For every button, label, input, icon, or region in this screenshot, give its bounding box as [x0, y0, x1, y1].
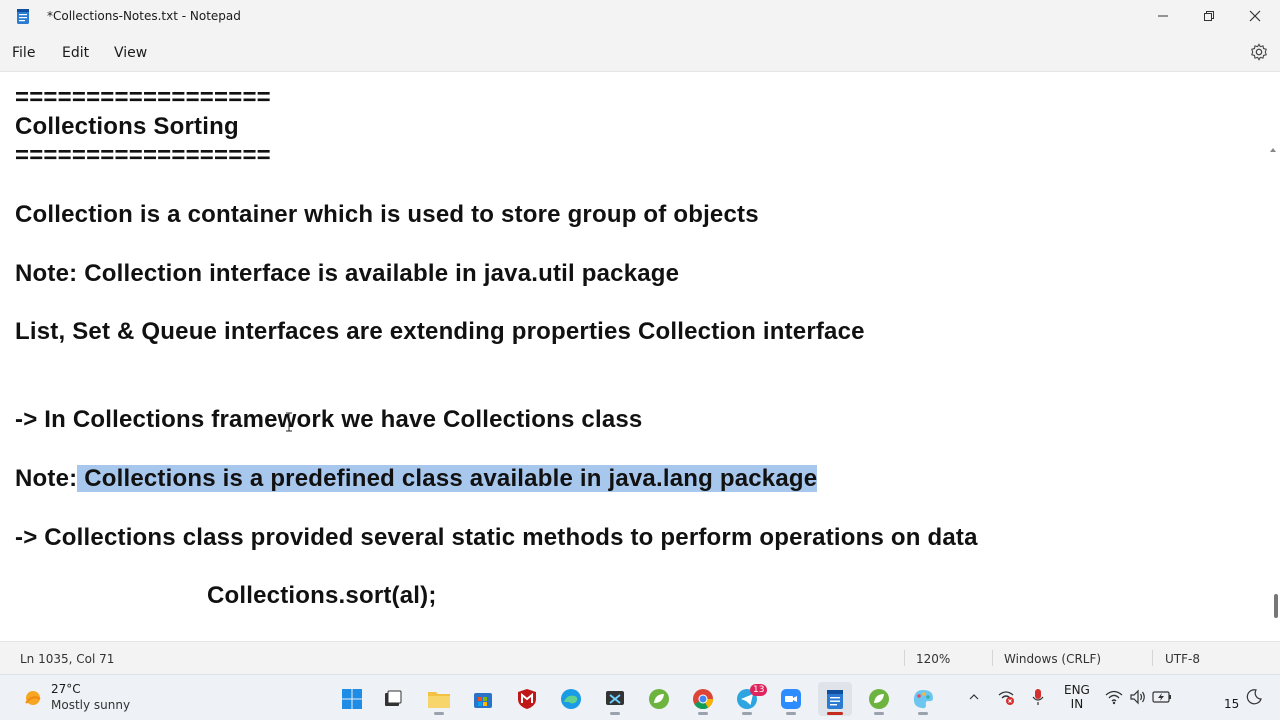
weather-sunny-icon[interactable] [21, 686, 45, 710]
status-bar: Ln 1035, Col 71 120% Windows (CRLF) UTF-… [0, 641, 1280, 674]
text-line: ================== [15, 142, 271, 169]
taskbar-app-file-explorer[interactable] [422, 682, 456, 716]
title-bar: *Collections-Notes.txt - Notepad [0, 0, 1280, 33]
minimize-button[interactable] [1140, 0, 1186, 32]
task-view-icon [385, 690, 402, 706]
taskbar-app-mcafee[interactable] [510, 682, 544, 716]
running-indicator [698, 712, 708, 715]
text-line: List, Set & Queue interfaces are extendi… [15, 318, 865, 345]
text-line-with-selection: Note: Collections is a predefined class … [15, 465, 818, 493]
edge-browser-icon [561, 689, 581, 709]
chevron-up-icon [969, 694, 979, 700]
minimize-icon [1158, 15, 1168, 17]
microphone-icon [1032, 689, 1044, 705]
mcafee-shield-icon [518, 689, 536, 709]
taskview-button[interactable] [376, 682, 410, 716]
store-icon [474, 693, 492, 708]
folder-icon [428, 692, 450, 708]
tray-battery[interactable] [1152, 687, 1172, 707]
menu-file[interactable]: File [12, 45, 35, 61]
menu-view[interactable]: View [114, 45, 147, 61]
text-line: -> Collections class provided several st… [15, 524, 978, 551]
wifi-icon [1105, 690, 1123, 705]
taskbar: 27°C Mostly sunny 13 ENG IN 15 [0, 674, 1280, 720]
speaker-volume-icon [1130, 689, 1145, 705]
text-line: ================== [15, 84, 271, 111]
menu-edit[interactable]: Edit [62, 45, 89, 61]
note-prefix: Note: [15, 465, 78, 492]
taskbar-app-paint[interactable] [906, 682, 940, 716]
taskbar-app-spring-tool[interactable] [642, 682, 676, 716]
language-code: ENG [1064, 683, 1090, 697]
close-icon [1249, 10, 1261, 22]
tray-wifi[interactable] [1104, 687, 1124, 707]
vertical-scrollbar-thumb[interactable] [1274, 594, 1278, 618]
active-indicator [827, 712, 843, 715]
battery-charging-icon [1152, 691, 1171, 703]
running-indicator [742, 712, 752, 715]
restore-icon [1204, 11, 1214, 21]
running-indicator [874, 712, 884, 715]
tray-network-warning[interactable] [996, 687, 1016, 707]
text-line: Note: Collection interface is available … [15, 260, 680, 287]
spring-leaf-icon [869, 689, 889, 709]
weather-description: Mostly sunny [51, 698, 131, 712]
running-indicator [786, 712, 796, 715]
notification-badge: 13 [750, 684, 768, 696]
selected-text: Collections is a predefined class availa… [84, 465, 818, 492]
scroll-up-arrow[interactable] [1270, 148, 1276, 152]
notepad-icon [827, 690, 843, 709]
taskbar-app-notepad[interactable] [818, 682, 852, 716]
encoding: UTF-8 [1165, 652, 1200, 666]
close-button[interactable] [1232, 0, 1278, 32]
taskbar-app-store[interactable] [466, 682, 500, 716]
region-code: IN [1070, 697, 1084, 711]
show-hidden-icons-button[interactable] [964, 687, 984, 707]
zoom-camera-icon [781, 689, 801, 709]
taskbar-app-telegram[interactable]: 13 [730, 682, 768, 716]
clock-time[interactable]: 15 [1224, 697, 1239, 711]
window-title: *Collections-Notes.txt - Notepad [47, 9, 241, 23]
tray-microphone[interactable] [1028, 687, 1048, 707]
spring-leaf-icon [649, 689, 669, 709]
cursor-position: Ln 1035, Col 71 [20, 652, 115, 666]
chrome-browser-icon [693, 689, 714, 710]
text-line: -> In Collections framework we have Coll… [15, 406, 643, 433]
menu-bar: File Edit View [0, 33, 1280, 72]
text-line: Collection is a container which is used … [15, 201, 759, 228]
text-editor-area[interactable]: ================== Collections Sorting =… [0, 72, 1280, 641]
status-divider [904, 650, 905, 666]
snipping-tool-icon [606, 691, 624, 705]
network-warning-icon [998, 691, 1014, 705]
status-divider [1152, 650, 1153, 666]
moon-icon [1246, 689, 1262, 705]
taskbar-app-chrome[interactable] [686, 682, 720, 716]
taskbar-app-zoom[interactable] [774, 682, 808, 716]
ibeam-cursor-icon [286, 412, 292, 432]
running-indicator [434, 712, 444, 715]
tray-volume[interactable] [1128, 687, 1148, 707]
weather-temperature: 27°C [51, 682, 81, 696]
text-line: Collections Sorting [15, 113, 239, 140]
taskbar-app-edge[interactable] [554, 682, 588, 716]
status-divider [992, 650, 993, 666]
zoom-level: 120% [916, 652, 951, 666]
running-indicator [918, 712, 928, 715]
line-ending: Windows (CRLF) [1004, 652, 1102, 666]
running-indicator [610, 712, 620, 715]
input-language[interactable]: ENG IN [1064, 683, 1090, 711]
taskbar-app-spring-tool-2[interactable] [862, 682, 896, 716]
restore-button[interactable] [1186, 0, 1232, 32]
windows-logo-icon [342, 689, 362, 709]
text-line-code: Collections.sort(al); [207, 582, 437, 609]
start-button[interactable] [335, 682, 369, 716]
paint-palette-icon [913, 690, 933, 709]
tray-focus-assist[interactable] [1244, 687, 1264, 707]
notepad-app-icon [17, 9, 29, 24]
taskbar-app-snipping-tool[interactable] [598, 682, 632, 716]
settings-gear-icon[interactable] [1250, 43, 1268, 61]
